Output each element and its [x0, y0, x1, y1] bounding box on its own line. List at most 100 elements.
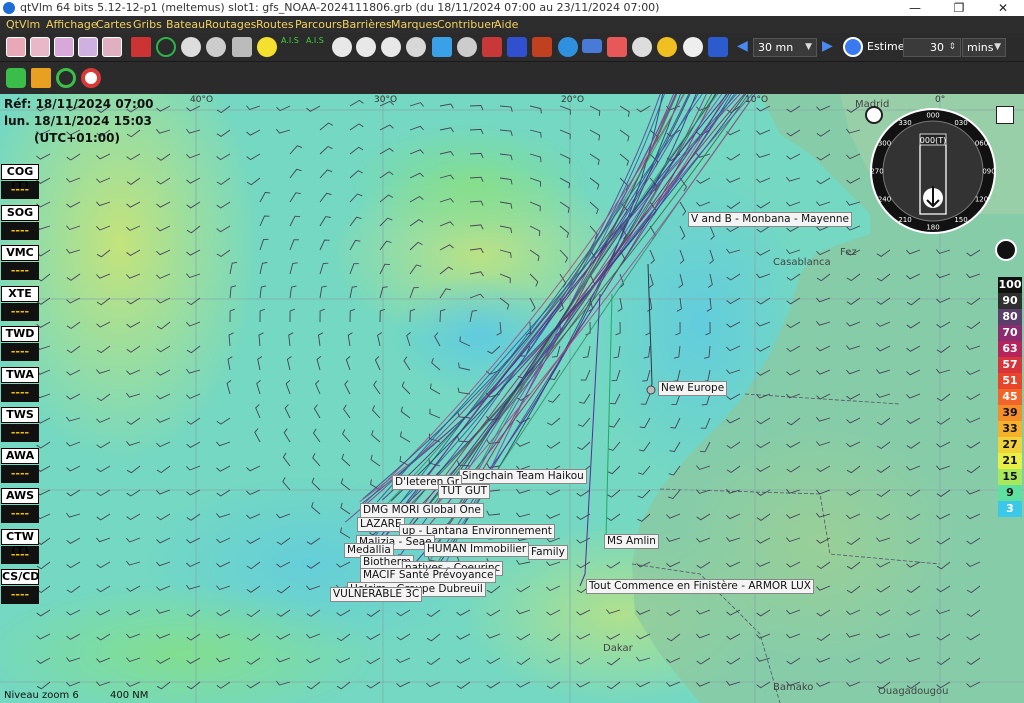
instrument-value: ---- — [1, 262, 39, 280]
grib-c-icon[interactable] — [102, 37, 122, 57]
grib-map-icon[interactable] — [6, 37, 26, 57]
boat-label[interactable]: HUMAN Immobilier — [424, 542, 530, 557]
ais-filter-icon[interactable]: A.I.S — [306, 36, 324, 45]
instrument-twd[interactable]: TWD ---- — [1, 326, 39, 361]
boat-label[interactable]: Tout Commence en Finistère - ARMOR LUX — [586, 579, 814, 594]
boat-label[interactable]: New Europe — [658, 381, 728, 396]
compass-tick-label: 030 — [954, 119, 967, 127]
boat-label[interactable]: VULNERABLE 3C — [330, 587, 423, 602]
target-icon[interactable] — [56, 68, 76, 88]
menu-routages[interactable]: Routages — [205, 16, 256, 33]
windsock-icon[interactable] — [607, 37, 627, 57]
gauge-icon[interactable] — [206, 37, 226, 57]
search-icon[interactable] — [457, 37, 477, 57]
grib-v-icon[interactable] — [78, 37, 98, 57]
estime-input[interactable]: 30 ⇕ — [903, 38, 961, 57]
chevron-down-icon: ▼ — [994, 42, 1001, 52]
instrument-aws[interactable]: AWS ---- — [1, 488, 39, 523]
menu-aide[interactable]: Aide — [494, 16, 518, 33]
lighthouse-icon[interactable] — [131, 37, 151, 57]
play-icon[interactable] — [843, 37, 863, 57]
menu-bateau[interactable]: Bateau — [166, 16, 205, 33]
instrument-tws[interactable]: TWS ---- — [1, 407, 39, 442]
place-ouagadougou: Ouagadougou — [878, 686, 949, 697]
instrument-xte[interactable]: XTE ---- — [1, 285, 39, 321]
zoom-in-icon[interactable] — [332, 37, 352, 57]
boat-icon[interactable] — [232, 37, 252, 57]
step-back-icon[interactable]: ◀ — [737, 38, 748, 54]
lifebuoy-icon[interactable] — [81, 68, 101, 88]
pencil-icon[interactable] — [482, 37, 502, 57]
expand-icon[interactable] — [996, 106, 1014, 124]
boat-label[interactable]: Singchain Team Haikou — [459, 469, 587, 484]
sync-icon[interactable] — [708, 37, 728, 57]
boat-marker-new-europe[interactable] — [646, 385, 656, 395]
select-area-icon[interactable] — [432, 37, 452, 57]
maximize-button[interactable]: ❐ — [942, 0, 976, 16]
menu-gribs[interactable]: Gribs — [133, 16, 162, 33]
instrument-label: CS/CD — [1, 569, 40, 585]
compass-tick-label: 120 — [975, 196, 988, 204]
weather-icon[interactable] — [507, 37, 527, 57]
ais-icon[interactable]: A.I.S — [281, 36, 299, 45]
boat-label[interactable]: Family — [528, 545, 568, 560]
barrier-icon[interactable] — [532, 37, 552, 57]
menu-routes[interactable]: Routes — [256, 16, 294, 33]
menu-cartes[interactable]: Cartes — [96, 16, 132, 33]
menu-marques[interactable]: Marques — [391, 16, 438, 33]
zoom-fit-icon[interactable] — [381, 37, 401, 57]
compass-tick-label: 330 — [898, 119, 911, 127]
compass-tick-label: 300 — [878, 140, 891, 148]
estime-unit-select[interactable]: mins ▼ — [962, 38, 1006, 57]
menu-qtvlm[interactable]: QtVlm — [6, 16, 40, 33]
time-step-select[interactable]: 30 mn ▼ — [753, 38, 817, 57]
zoom-level: Niveau zoom 6 — [4, 690, 79, 701]
close-button[interactable]: ✕ — [986, 0, 1020, 16]
instrument-awa[interactable]: AWA ---- — [1, 447, 39, 483]
boat-label[interactable]: MS Amlin — [604, 534, 659, 549]
sun-icon[interactable] — [657, 37, 677, 57]
refresh-icon[interactable] — [632, 37, 652, 57]
instrument-ctw-t-[interactable]: CTW (T)---- — [1, 528, 39, 564]
compass-green-icon[interactable] — [156, 37, 176, 57]
zoom-out-icon[interactable] — [356, 37, 376, 57]
menu-parcours[interactable]: Parcours — [295, 16, 342, 33]
menu-bar: QtVlm Affichage Cartes Gribs Bateau Rout… — [0, 16, 1024, 33]
warning-icon[interactable] — [31, 68, 51, 88]
instrument-cs-cd[interactable]: CS/CD ---- — [1, 569, 39, 604]
legend-swatch: 15 — [998, 469, 1022, 485]
heading-readout: 000(T) — [920, 136, 946, 145]
instrument-cog-t-[interactable]: COG (T)---- — [1, 164, 39, 199]
bell-icon[interactable] — [6, 68, 26, 88]
center-target-icon[interactable] — [865, 106, 883, 124]
bulb-icon[interactable] — [257, 37, 277, 57]
boat-label[interactable]: TUT GUT — [438, 484, 491, 499]
instrument-vmc[interactable]: VMC ---- — [1, 245, 39, 280]
compass-icon[interactable] — [181, 37, 201, 57]
power-icon[interactable] — [995, 239, 1017, 261]
route-icon[interactable] — [582, 39, 602, 53]
instrument-twa[interactable]: TWA ---- — [1, 366, 39, 402]
grib-pressure-icon[interactable] — [54, 37, 74, 57]
estime-label: Estime — [867, 40, 905, 53]
minimize-button[interactable]: — — [898, 0, 932, 16]
spinner-icon[interactable]: ⇕ — [948, 39, 956, 56]
boat-label[interactable]: MACIF Santé Prévoyance — [360, 568, 497, 583]
zoom-reset-icon[interactable] — [406, 37, 426, 57]
reference-date: Réf: 18/11/2024 07:00 — [4, 97, 154, 111]
menu-affichage[interactable]: Affichage — [46, 16, 98, 33]
boat-label[interactable]: V and B - Monbana - Mayenne — [688, 212, 853, 227]
boat-label[interactable]: LAZARE — [357, 517, 405, 532]
menu-barrieres[interactable]: Barrières — [342, 16, 392, 33]
grib-rain-icon[interactable] — [30, 37, 50, 57]
boat-label[interactable]: DMG MORI Global One — [360, 503, 484, 518]
instrument-sog[interactable]: SOG ---- — [1, 204, 39, 240]
menu-contribuer[interactable]: Contribuer — [437, 16, 496, 33]
compass-widget[interactable]: 330 000 030 300 060 270 090 240 120 210 180 150 000… — [868, 106, 998, 236]
step-forward-icon[interactable]: ▶ — [822, 38, 833, 54]
map-canvas[interactable]: 40°O 30°O 20°O 10°O 0° Madrid Fez Casabl… — [0, 94, 1024, 703]
legend-swatch: 90 — [998, 293, 1022, 309]
globe-icon[interactable] — [558, 37, 578, 57]
instrument-value: ---- — [1, 343, 39, 361]
clock-icon[interactable] — [683, 37, 703, 57]
